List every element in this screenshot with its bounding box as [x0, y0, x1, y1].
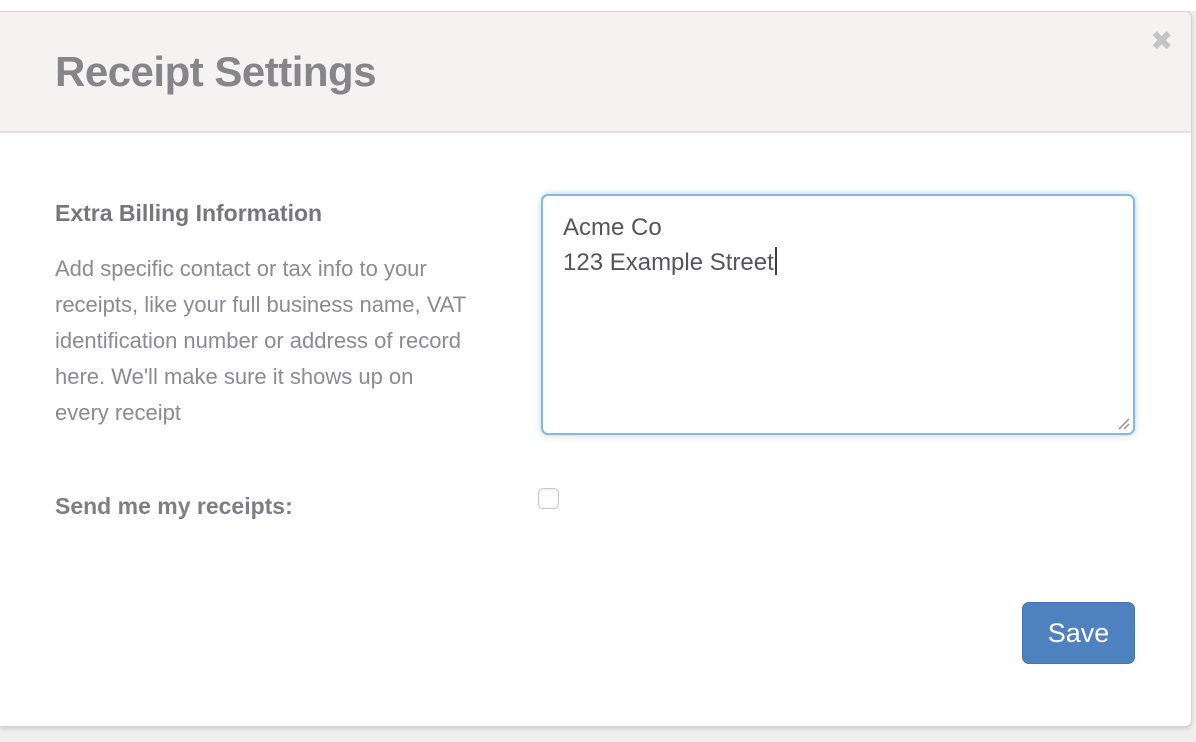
resize-handle-icon[interactable]	[1117, 417, 1130, 430]
textarea-line-2: 123 Example Street	[563, 245, 1113, 280]
receipt-settings-modal: Receipt Settings ✖ Extra Billing Informa…	[0, 11, 1192, 727]
modal-header: Receipt Settings ✖	[0, 12, 1191, 133]
modal-title: Receipt Settings	[55, 48, 376, 96]
extra-billing-description: Add specific contact or tax info to your…	[55, 251, 470, 431]
save-button-label: Save	[1048, 618, 1110, 648]
close-icon: ✖	[1150, 26, 1173, 57]
close-button[interactable]: ✖	[1150, 28, 1173, 55]
send-receipts-label: Send me my receipts:	[55, 493, 293, 520]
send-receipts-checkbox[interactable]	[538, 488, 559, 509]
extra-billing-heading: Extra Billing Information	[55, 200, 322, 227]
page-background-strip	[0, 0, 1196, 11]
text-cursor	[775, 247, 777, 275]
save-button[interactable]: Save	[1022, 602, 1135, 664]
textarea-line-1: Acme Co	[563, 210, 1113, 245]
extra-billing-textarea[interactable]: Acme Co 123 Example Street	[541, 194, 1135, 435]
textarea-line-2-text: 123 Example Street	[563, 249, 774, 276]
